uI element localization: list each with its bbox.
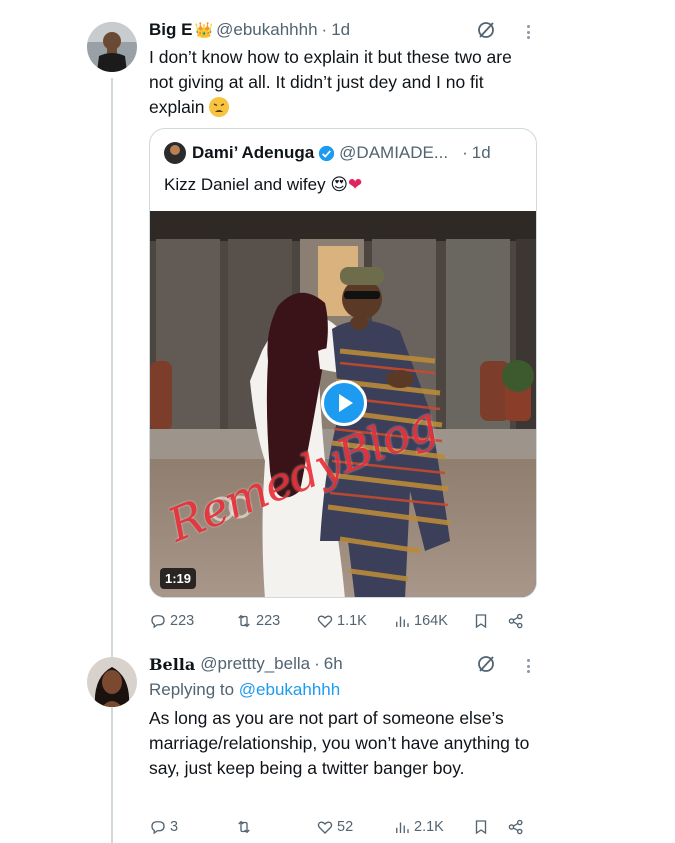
reply-count: 3 xyxy=(170,819,179,835)
like-button[interactable]: 1.1K xyxy=(316,609,367,633)
heart-icon xyxy=(317,615,333,628)
quoted-tweet-card[interactable]: Dami’ Adenuga @DAMIADE... · 1d Kizz Dani… xyxy=(149,128,537,598)
play-button-icon[interactable] xyxy=(321,380,367,426)
heart-icon xyxy=(317,821,333,834)
more-options-icon[interactable] xyxy=(525,656,531,676)
author-name[interactable]: Big E xyxy=(149,20,192,40)
tweet-text: I don’t know how to explain it but these… xyxy=(149,45,539,120)
views-icon xyxy=(396,616,409,627)
quoted-author-handle: @DAMIADE... xyxy=(339,143,449,162)
quoted-tweet-header: Dami’ Adenuga @DAMIADE... · 1d xyxy=(164,142,491,164)
more-options-icon[interactable] xyxy=(525,22,531,42)
replying-to-link[interactable]: @ebukahhhh xyxy=(239,680,340,699)
reply-actions-bar: 3 52 2.1K xyxy=(149,815,539,839)
share-icon[interactable] xyxy=(507,609,525,633)
reply-icon xyxy=(151,821,165,835)
reply-author-name[interactable]: Bella xyxy=(149,655,195,674)
video-duration: 1:19 xyxy=(160,568,197,589)
tweet-actions-bar: 223 223 1.1K 164K xyxy=(149,609,539,633)
separator-dot: · xyxy=(321,20,328,39)
grok-icon[interactable] xyxy=(476,654,496,674)
share-icon[interactable] xyxy=(507,815,525,839)
video-player[interactable]: RemedyBlog 1:19 xyxy=(150,211,536,597)
views-button[interactable]: 2.1K xyxy=(393,815,444,839)
like-button[interactable]: 52 xyxy=(316,815,353,839)
repost-button[interactable]: 223 xyxy=(235,609,280,633)
red-heart-emoji: ❤ xyxy=(348,175,363,194)
separator-dot: · xyxy=(314,654,320,673)
grok-icon[interactable] xyxy=(476,20,496,40)
verified-badge-icon xyxy=(319,145,335,161)
quoted-timestamp: 1d xyxy=(471,143,491,162)
reply-header: Bella @prettty_bella · 6h xyxy=(149,654,343,674)
reply-author-handle[interactable]: @prettty_bella xyxy=(200,654,310,674)
author-handle[interactable]: @ebukahhhh xyxy=(216,20,317,40)
repost-count: 223 xyxy=(256,613,281,629)
view-count: 2.1K xyxy=(414,819,444,835)
quoted-author-name: Dami’ Adenuga xyxy=(192,143,315,162)
reply-button[interactable]: 3 xyxy=(149,815,178,839)
weary-face-emoji xyxy=(209,97,230,117)
like-count: 52 xyxy=(337,819,354,835)
quoted-body: Kizz Daniel and wifey xyxy=(164,175,326,194)
reply-count: 223 xyxy=(170,613,195,629)
quoted-tweet-text: Kizz Daniel and wifey 😍❤ xyxy=(164,175,362,195)
views-icon xyxy=(396,822,409,833)
bookmark-icon[interactable] xyxy=(472,815,490,839)
timestamp[interactable]: 1d xyxy=(331,20,350,40)
avatar-big-e[interactable] xyxy=(87,22,137,72)
replying-to-line: Replying to @ebukahhhh xyxy=(149,680,340,700)
reply-button[interactable]: 223 xyxy=(149,609,194,633)
heart-eyes-emoji: 😍 xyxy=(330,175,349,194)
view-count: 164K xyxy=(414,613,448,629)
repost-icon xyxy=(238,820,250,834)
tweet-body: I don’t know how to explain it but these… xyxy=(149,47,512,117)
views-button[interactable]: 164K xyxy=(393,609,448,633)
avatar-bella[interactable] xyxy=(87,657,137,707)
repost-button[interactable] xyxy=(235,815,256,839)
reply-timestamp[interactable]: 6h xyxy=(324,654,343,674)
tweet-header: Big E 👑 @ebukahhhh · 1d xyxy=(149,20,350,40)
like-count: 1.1K xyxy=(337,613,367,629)
bookmark-icon[interactable] xyxy=(472,609,490,633)
quoted-author-avatar xyxy=(164,142,186,164)
replying-prefix: Replying to xyxy=(149,680,235,699)
separator-dot: · xyxy=(462,143,468,162)
repost-icon xyxy=(238,614,250,628)
crown-emoji: 👑 xyxy=(194,22,214,39)
reply-text: As long as you are not part of someone e… xyxy=(149,708,530,778)
reply-icon xyxy=(151,615,165,629)
